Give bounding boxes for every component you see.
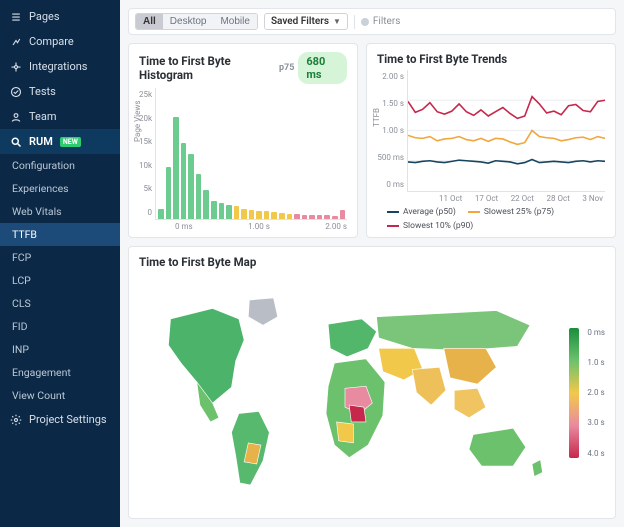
sidebar-sub-lcp[interactable]: LCP: [0, 269, 120, 292]
sidebar-item-project-settings[interactable]: Project Settings: [0, 407, 120, 432]
histogram-bar: [226, 205, 232, 219]
histogram-bar: [332, 216, 338, 219]
trends-plot: TTFB 2.00 s1.50 s1.00 s500 ms0 ms 11 Oct…: [377, 70, 605, 203]
legend-swatch: [468, 211, 480, 213]
sidebar-sub-web-vitals[interactable]: Web Vitals: [0, 200, 120, 223]
trends-lines: [408, 70, 605, 191]
histogram-bar: [249, 210, 255, 219]
histogram-card: Time to First Byte Histogram p75 680 ms …: [128, 43, 358, 238]
sidebar-sub-view-count[interactable]: View Count: [0, 384, 120, 407]
histogram-bar: [219, 203, 225, 219]
sidebar-sub-ttfb[interactable]: TTFB: [0, 223, 120, 246]
chevron-down-icon: ▼: [333, 17, 341, 26]
team-icon: [10, 111, 22, 123]
p75-badge: 680 ms: [298, 52, 347, 84]
histogram-bars: [156, 88, 347, 219]
sidebar-section-rum[interactable]: RUM NEW: [0, 129, 120, 154]
charts-row: Time to First Byte Histogram p75 680 ms …: [128, 43, 616, 238]
map-legend-labels: 0 ms1.0 s2.0 s3.0 s4.0 s: [587, 328, 605, 458]
saved-filters-dropdown[interactable]: Saved Filters ▼: [264, 13, 348, 30]
histogram-bar: [317, 215, 323, 219]
world-map[interactable]: [139, 273, 559, 512]
trends-title: Time to First Byte Trends: [377, 52, 507, 66]
legend-item: Slowest 25% (p75): [468, 207, 554, 217]
trend-line: [408, 131, 605, 145]
sidebar: PagesCompareIntegrationsTestsTeam RUM NE…: [0, 0, 120, 527]
search-icon: [10, 136, 22, 148]
check-icon: [10, 86, 22, 98]
histogram-bar: [302, 215, 308, 219]
histogram-bar: [203, 190, 209, 219]
histogram-bar: [234, 206, 240, 219]
histogram-bar: [271, 212, 277, 219]
legend-swatch: [387, 211, 399, 213]
map-gradient-bar: [569, 328, 579, 458]
sidebar-sub-fid[interactable]: FID: [0, 315, 120, 338]
filter-toolbar: AllDesktopMobile Saved Filters ▼ Filters: [128, 8, 616, 35]
sidebar-sub-configuration[interactable]: Configuration: [0, 154, 120, 177]
histogram-bar: [287, 214, 293, 219]
integrations-icon: [10, 61, 22, 73]
legend-swatch: [387, 225, 399, 227]
segment-mobile[interactable]: Mobile: [213, 14, 256, 29]
sidebar-sub-cls[interactable]: CLS: [0, 292, 120, 315]
histogram-bar: [256, 211, 262, 219]
histogram-bar: [173, 117, 179, 219]
map-legend: 0 ms1.0 s2.0 s3.0 s4.0 s: [569, 328, 605, 458]
histogram-bar: [188, 154, 194, 220]
histogram-bar: [181, 143, 187, 219]
histogram-bar: [279, 213, 285, 219]
project-settings-label: Project Settings: [29, 413, 107, 426]
histogram-bar: [294, 214, 300, 219]
histogram-bar: [241, 209, 247, 219]
filters-label: Filters: [373, 16, 401, 27]
new-badge: NEW: [60, 137, 81, 147]
histogram-bar: [211, 201, 217, 219]
segment-desktop[interactable]: Desktop: [163, 14, 214, 29]
sidebar-sub-fcp[interactable]: FCP: [0, 246, 120, 269]
trends-y-axis: 2.00 s1.50 s1.00 s500 ms0 ms: [377, 70, 407, 203]
trends-y-label: TTFB: [372, 107, 381, 126]
histogram-bar: [158, 209, 164, 219]
histogram-bar: [340, 210, 346, 219]
segment-all[interactable]: All: [136, 14, 163, 29]
histogram-bar: [166, 167, 172, 219]
app-root: PagesCompareIntegrationsTestsTeam RUM NE…: [0, 0, 624, 527]
sidebar-sub-inp[interactable]: INP: [0, 338, 120, 361]
map-title: Time to First Byte Map: [139, 255, 256, 269]
gear-icon: [10, 414, 22, 426]
sidebar-item-integrations[interactable]: Integrations: [0, 54, 120, 79]
main-content: AllDesktopMobile Saved Filters ▼ Filters…: [120, 0, 624, 527]
histogram-plot: Page Views 25k20k15k10k5k0 0 ms1.00 s2.0…: [139, 88, 347, 231]
sidebar-item-team[interactable]: Team: [0, 104, 120, 129]
filters-button[interactable]: Filters: [361, 16, 401, 27]
p75-label: p75: [279, 63, 294, 73]
filter-dot-icon: [361, 18, 369, 26]
saved-filters-label: Saved Filters: [271, 16, 329, 27]
sidebar-item-compare[interactable]: Compare: [0, 29, 120, 54]
compare-icon: [10, 36, 22, 48]
histogram-x-axis: 0 ms1.00 s2.00 s: [155, 220, 347, 231]
sidebar-sub-experiences[interactable]: Experiences: [0, 177, 120, 200]
histogram-y-label: Page Views: [133, 100, 142, 142]
legend-item: Slowest 10% (p90): [387, 221, 473, 231]
sidebar-sub-engagement[interactable]: Engagement: [0, 361, 120, 384]
sidebar-item-pages[interactable]: Pages: [0, 4, 120, 29]
device-segment: AllDesktopMobile: [135, 13, 258, 30]
trends-x-axis: 11 Oct17 Oct22 Oct28 Oct3 Nov: [407, 192, 605, 203]
trends-card: Time to First Byte Trends TTFB 2.00 s1.5…: [366, 43, 616, 238]
sidebar-rum-label: RUM: [29, 135, 53, 148]
histogram-bar: [196, 174, 202, 219]
histogram-bar: [264, 211, 270, 219]
sidebar-item-tests[interactable]: Tests: [0, 79, 120, 104]
legend-item: Average (p50): [387, 207, 456, 217]
map-card: Time to First Byte Map: [128, 246, 616, 519]
histogram-title: Time to First Byte Histogram: [139, 54, 279, 82]
trends-legend: Average (p50) Slowest 25% (p75) Slowest 10…: [377, 203, 605, 231]
histogram-bar: [324, 215, 330, 219]
histogram-bar: [309, 215, 315, 219]
list-icon: [10, 11, 22, 23]
